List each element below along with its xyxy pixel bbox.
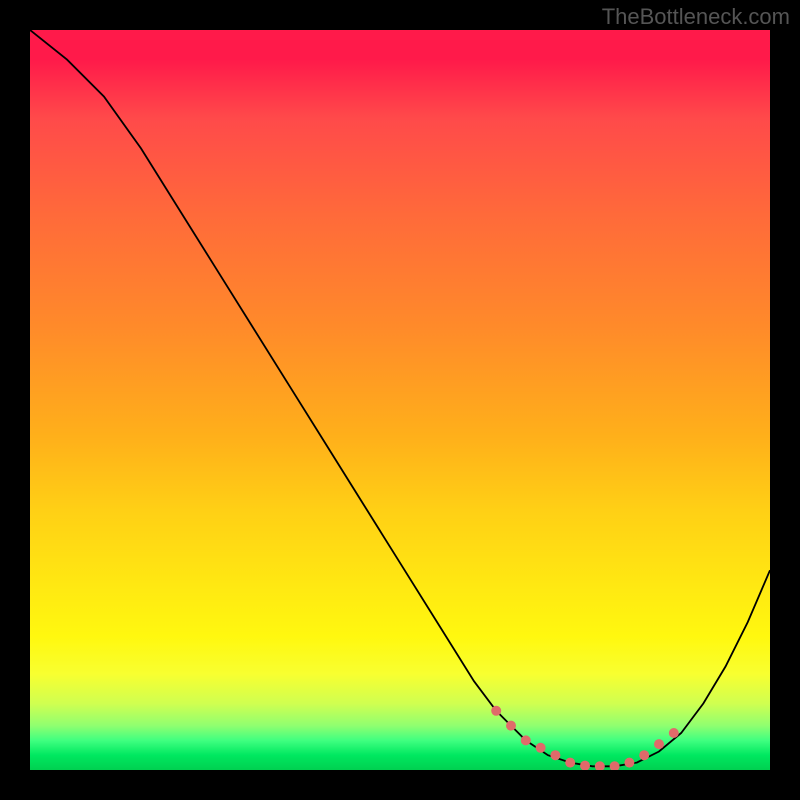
watermark-text: TheBottleneck.com [602,4,790,30]
chart-plot-area [30,30,770,770]
optimal-range-dots [30,30,770,770]
